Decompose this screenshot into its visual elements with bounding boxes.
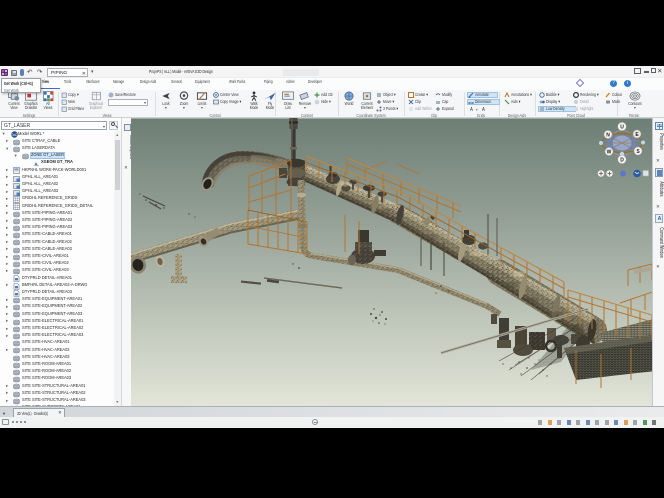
- svg-text:U: U: [620, 125, 624, 131]
- svg-text:N: N: [606, 133, 610, 139]
- svg-text:D: D: [620, 158, 624, 164]
- svg-text:W: W: [607, 150, 612, 156]
